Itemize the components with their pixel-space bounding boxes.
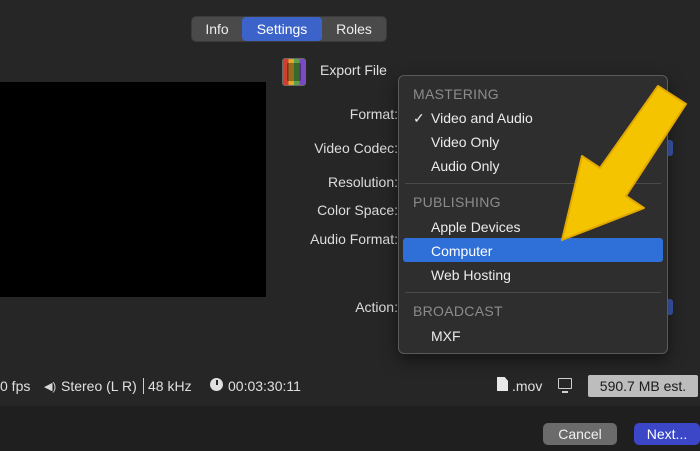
menu-item-computer[interactable]: Computer xyxy=(431,243,492,259)
tab-roles[interactable]: Roles xyxy=(322,17,386,41)
speaker-icon: ◀) xyxy=(44,381,57,393)
menu-item-audio-only[interactable]: Audio Only xyxy=(431,158,499,174)
monitor-icon xyxy=(558,378,572,393)
status-divider xyxy=(143,378,144,394)
duration: 00:03:30:11 xyxy=(228,378,301,394)
color-space-label: Color Space: xyxy=(317,202,398,218)
tab-settings[interactable]: Settings xyxy=(242,17,322,41)
menu-section-mastering: MASTERING xyxy=(413,86,499,102)
menu-item-video-only[interactable]: Video Only xyxy=(431,134,499,150)
resolution-label: Resolution: xyxy=(327,174,398,190)
action-label: Action: xyxy=(355,299,398,315)
next-button[interactable]: Next... xyxy=(634,423,700,445)
video-codec-label: Video Codec: xyxy=(314,140,398,156)
menu-item-mxf[interactable]: MXF xyxy=(431,328,461,344)
export-file-icon xyxy=(282,58,306,86)
file-icon xyxy=(497,377,508,391)
yellow-arrow-annotation xyxy=(561,85,687,241)
menu-item-apple-devices[interactable]: Apple Devices xyxy=(431,219,521,235)
tab-bar: Info Settings Roles xyxy=(191,16,387,42)
tab-info[interactable]: Info xyxy=(192,17,242,41)
cancel-button[interactable]: Cancel xyxy=(543,423,617,445)
file-extension: .mov xyxy=(512,378,543,394)
sample-rate: 48 kHz xyxy=(148,378,192,394)
video-preview xyxy=(0,82,266,297)
menu-section-publishing: PUBLISHING xyxy=(413,194,501,210)
format-label: Format: xyxy=(349,106,398,122)
audio-format-label: Audio Format: xyxy=(310,231,398,247)
menu-separator xyxy=(405,292,661,293)
menu-item-video-and-audio[interactable]: Video and Audio xyxy=(431,110,533,126)
export-file-label: Export File xyxy=(320,62,387,78)
menu-item-web-hosting[interactable]: Web Hosting xyxy=(431,267,511,283)
clock-icon xyxy=(210,378,223,391)
estimated-size: 590.7 MB est. xyxy=(588,375,698,397)
menu-section-broadcast: BROADCAST xyxy=(413,303,503,319)
frame-rate: 0 fps xyxy=(0,378,31,394)
checkmark-icon: ✓ xyxy=(413,110,425,126)
audio-channels: Stereo (L R) xyxy=(61,378,137,394)
